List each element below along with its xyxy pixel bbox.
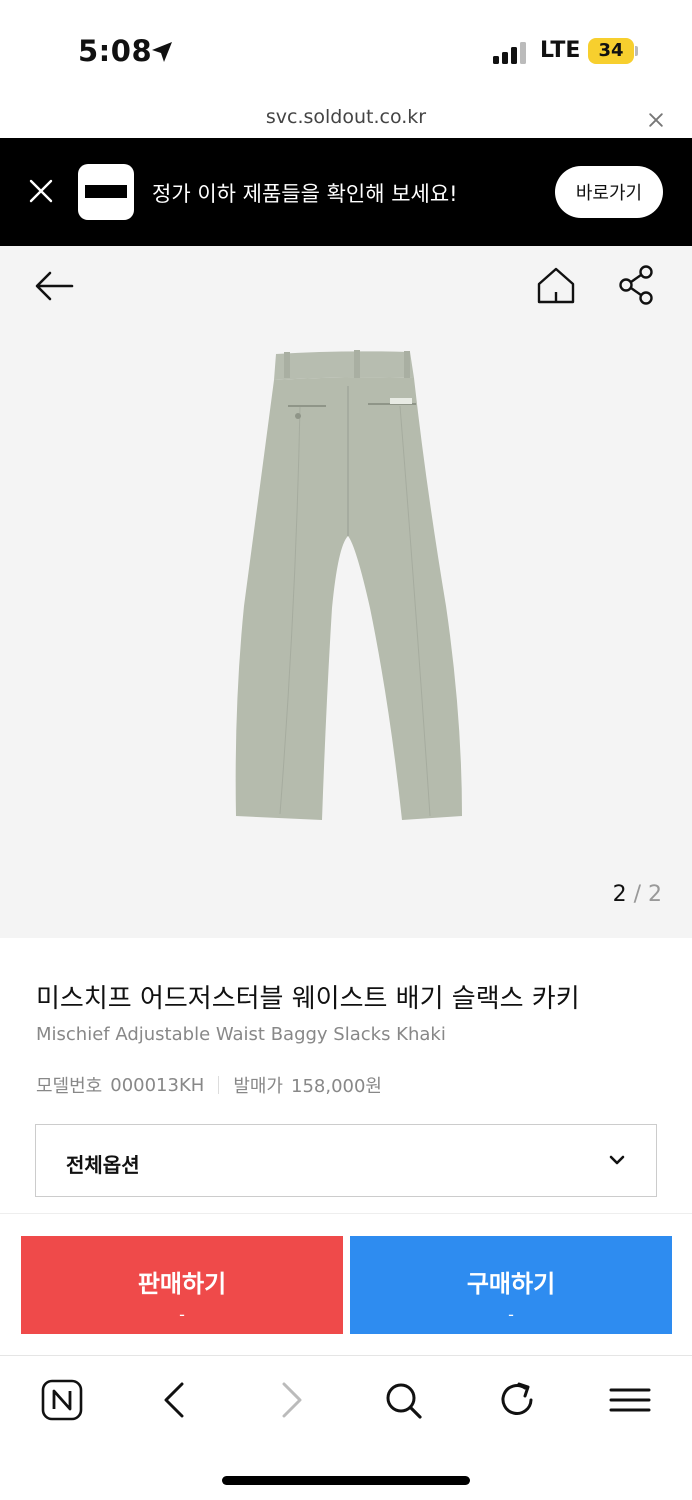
battery-icon: 34 <box>588 38 634 64</box>
sell-button[interactable]: 판매하기 - <box>21 1236 343 1334</box>
signal-icon <box>493 42 527 64</box>
buy-button[interactable]: 구매하기 - <box>350 1236 672 1334</box>
meta-divider <box>218 1076 220 1094</box>
product-title-en: Mischief Adjustable Waist Baggy Slacks K… <box>36 1024 446 1045</box>
banner-message: 정가 이하 제품들을 확인해 보세요! <box>152 182 458 206</box>
home-indicator <box>222 1476 470 1485</box>
url-bar[interactable]: svc.soldout.co.kr <box>0 100 692 138</box>
image-counter-current: 2 <box>612 882 627 907</box>
home-icon[interactable] <box>534 264 578 306</box>
model-number-label: 모델번호 <box>36 1076 103 1097</box>
image-counter-total: 2 <box>648 882 662 907</box>
back-arrow-icon[interactable] <box>32 268 76 304</box>
image-counter: 2 / 2 <box>613 882 662 907</box>
app-logo-icon <box>78 164 134 220</box>
back-icon[interactable] <box>154 1378 198 1422</box>
search-icon[interactable] <box>381 1378 425 1422</box>
banner-close-icon[interactable] <box>28 178 54 204</box>
battery-cap <box>635 46 638 56</box>
sell-button-price: - <box>179 1305 185 1324</box>
model-number-value: 000013KH <box>110 1074 205 1096</box>
status-time: 5:08 <box>78 34 153 68</box>
section-divider <box>0 1213 692 1214</box>
sell-button-label: 판매하기 <box>137 1270 227 1298</box>
product-meta: 모델번호 000013KH 발매가 158,000원 <box>36 1072 382 1098</box>
close-icon[interactable] <box>646 110 666 130</box>
product-title-ko: 미스치프 어드저스터블 웨이스트 배기 슬랙스 카키 <box>36 984 580 1014</box>
location-arrow-icon <box>152 42 172 62</box>
share-icon[interactable] <box>614 264 658 306</box>
banner-go-button[interactable]: 바로가기 <box>555 166 663 218</box>
product-gallery[interactable]: 2 / 2 <box>0 246 692 938</box>
product-image <box>235 350 462 820</box>
naver-n-icon[interactable] <box>40 1378 84 1422</box>
option-select[interactable]: 전체옵션 <box>35 1124 657 1197</box>
promo-banner: 정가 이하 제품들을 확인해 보세요! 바로가기 <box>0 138 692 246</box>
menu-icon[interactable] <box>608 1378 652 1422</box>
buy-button-label: 구매하기 <box>466 1270 556 1298</box>
image-counter-separator: / <box>633 882 641 907</box>
chevron-down-icon <box>609 1155 625 1165</box>
option-select-label: 전체옵션 <box>66 1153 140 1177</box>
url-text[interactable]: svc.soldout.co.kr <box>0 106 692 128</box>
release-price-value: 158,000원 <box>291 1076 382 1097</box>
reload-icon[interactable] <box>495 1378 539 1422</box>
forward-icon[interactable] <box>268 1378 312 1422</box>
buy-button-price: - <box>508 1305 514 1324</box>
network-type: LTE <box>540 38 581 63</box>
release-price-label: 발매가 <box>233 1076 283 1097</box>
status-bar: 5:08 LTE 34 <box>0 0 692 100</box>
